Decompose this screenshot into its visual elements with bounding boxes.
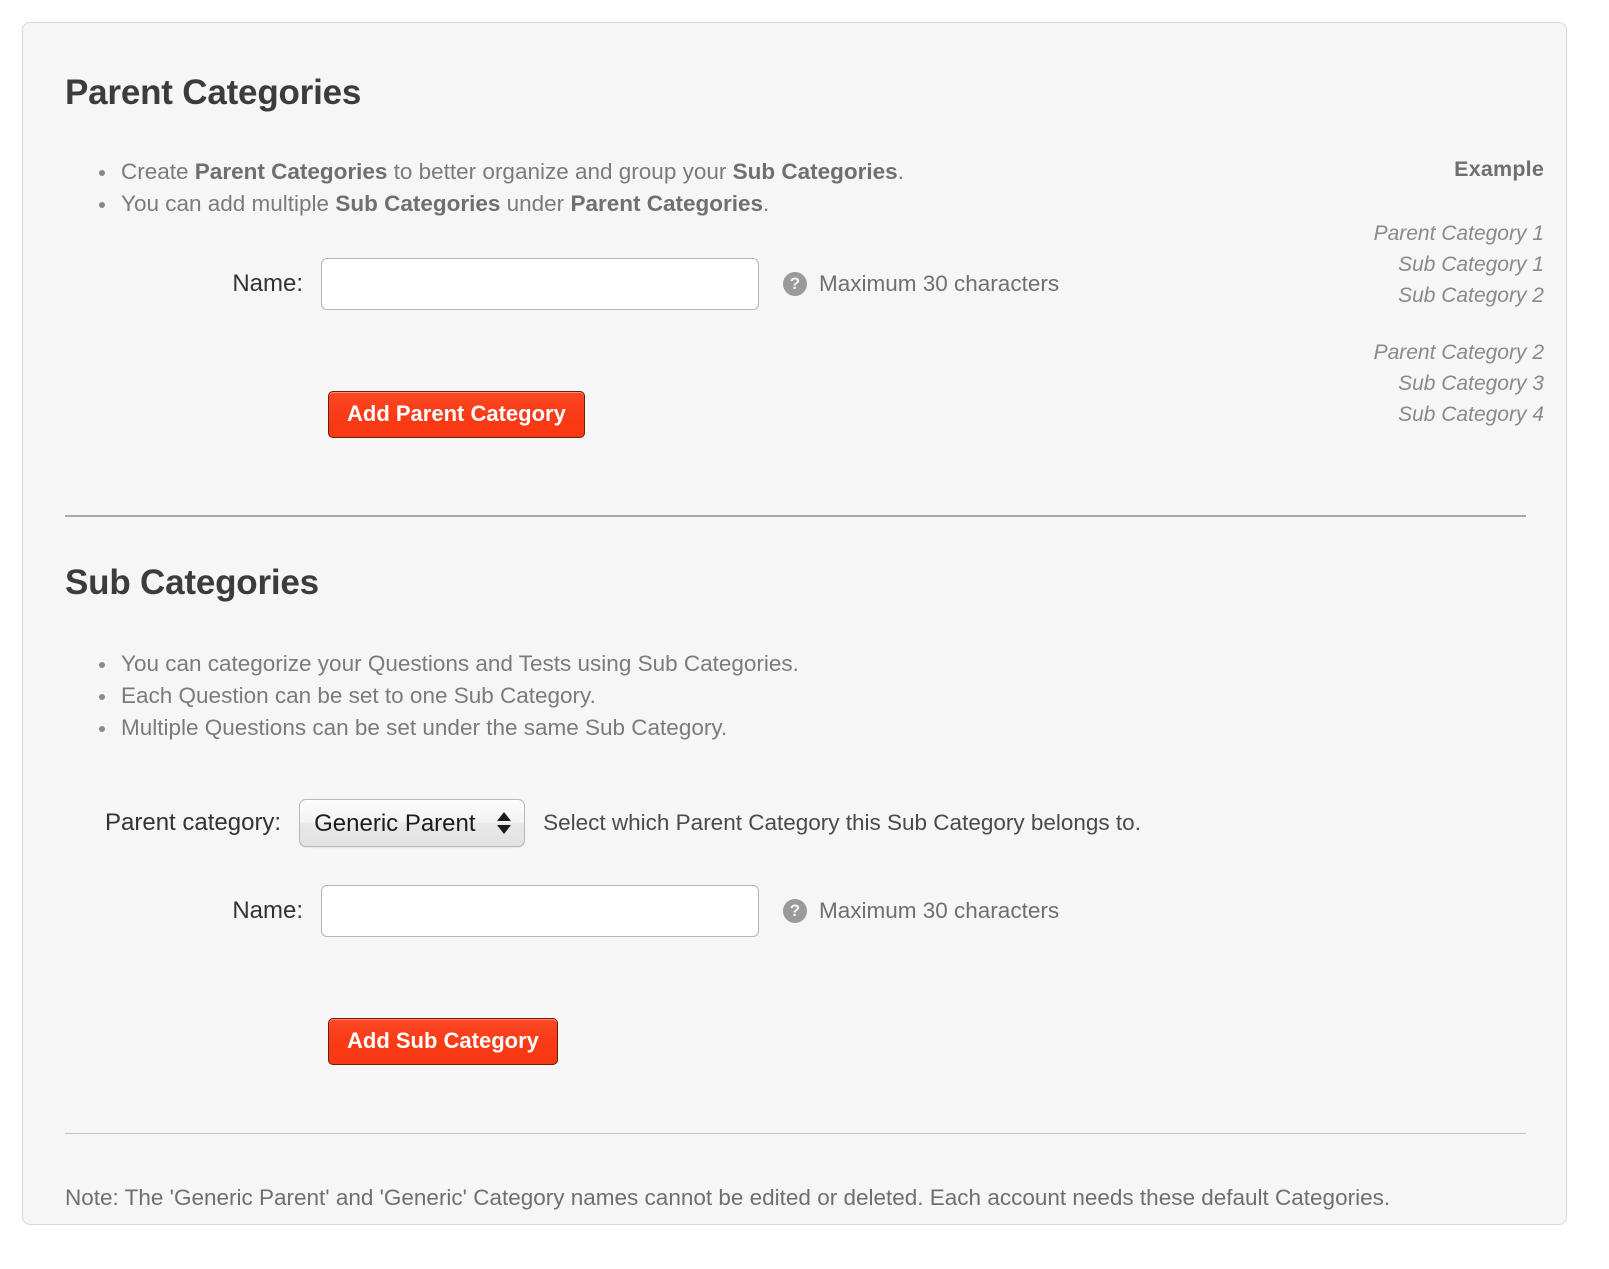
- example-spacer: [1374, 311, 1544, 337]
- default-categories-note: Note: The 'Generic Parent' and 'Generic'…: [65, 1185, 1390, 1211]
- add-parent-category-row: Add Parent Category: [328, 391, 585, 438]
- example-heading: Example: [1374, 157, 1544, 182]
- sub-name-hint: ? Maximum 30 characters: [783, 898, 1059, 924]
- example-sub-2: Sub Category 2: [1374, 280, 1544, 311]
- parent-name-row: Name: ? Maximum 30 characters: [211, 258, 1059, 310]
- question-mark-icon[interactable]: ?: [783, 272, 807, 296]
- parent-category-select-row: Parent category: Generic Parent Select w…: [105, 799, 1141, 847]
- parent-name-input[interactable]: [321, 258, 759, 310]
- add-parent-category-button[interactable]: Add Parent Category: [328, 391, 585, 438]
- sub-name-label: Name:: [211, 897, 303, 925]
- example-sub-1: Sub Category 1: [1374, 249, 1544, 280]
- example-parent-1: Parent Category 1: [1374, 218, 1544, 249]
- parent-category-select-wrap[interactable]: Generic Parent: [299, 799, 525, 847]
- add-sub-category-row: Add Sub Category: [328, 1018, 558, 1065]
- parent-categories-title: Parent Categories: [65, 73, 361, 113]
- example-block: Example Parent Category 1 Sub Category 1…: [1374, 157, 1544, 430]
- list-item: You can add multiple Sub Categories unde…: [89, 188, 904, 220]
- example-sub-3: Sub Category 3: [1374, 368, 1544, 399]
- question-mark-icon[interactable]: ?: [783, 899, 807, 923]
- list-item: Each Question can be set to one Sub Cate…: [89, 680, 799, 712]
- list-item: Multiple Questions can be set under the …: [89, 712, 799, 744]
- note-divider: [65, 1133, 1526, 1134]
- parent-category-select-hint: Select which Parent Category this Sub Ca…: [543, 810, 1141, 836]
- parent-name-label: Name:: [211, 270, 303, 298]
- sub-name-row: Name: ? Maximum 30 characters: [211, 885, 1059, 937]
- add-sub-category-button[interactable]: Add Sub Category: [328, 1018, 558, 1065]
- list-item: Create Parent Categories to better organ…: [89, 156, 904, 188]
- sub-categories-bullet-list: You can categorize your Questions and Te…: [89, 648, 799, 744]
- parent-category-label: Parent category:: [105, 809, 281, 837]
- list-item: You can categorize your Questions and Te…: [89, 648, 799, 680]
- parent-name-hint: ? Maximum 30 characters: [783, 271, 1059, 297]
- parent-name-hint-text: Maximum 30 characters: [819, 271, 1059, 297]
- parent-categories-bullet-list: Create Parent Categories to better organ…: [89, 156, 904, 220]
- categories-panel: Parent Categories Create Parent Categori…: [22, 22, 1567, 1225]
- parent-category-select[interactable]: Generic Parent: [299, 799, 525, 847]
- example-sub-4: Sub Category 4: [1374, 399, 1544, 430]
- sub-name-input[interactable]: [321, 885, 759, 937]
- sub-categories-title: Sub Categories: [65, 563, 319, 603]
- sub-name-hint-text: Maximum 30 characters: [819, 898, 1059, 924]
- example-parent-2: Parent Category 2: [1374, 337, 1544, 368]
- section-divider: [65, 515, 1526, 517]
